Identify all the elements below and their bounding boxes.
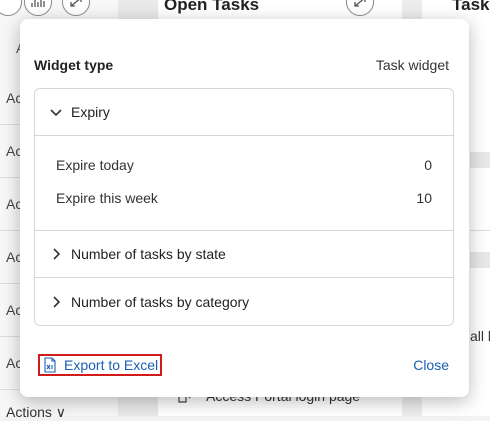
- tasks-title: Tasks: [452, 0, 490, 14]
- accordion-state-header[interactable]: Number of tasks by state: [35, 231, 453, 278]
- dialog-title: Widget type: [34, 57, 114, 73]
- dialog-header: Widget type Task widget: [34, 55, 449, 75]
- accordion-category-header[interactable]: Number of tasks by category: [35, 278, 453, 325]
- expire-today-label: Expire today: [56, 156, 134, 173]
- list-item: Expire this week 10: [56, 181, 432, 214]
- expire-this-week-label: Expire this week: [56, 189, 158, 206]
- chevron-down-icon: [49, 105, 63, 119]
- widget-type-value: Task widget: [375, 57, 449, 73]
- widget-accordion: Expiry Expire today 0 Expire this week 1…: [34, 88, 454, 326]
- divider: [470, 230, 490, 231]
- export-to-excel-label: Export to Excel: [64, 357, 159, 373]
- dialog-footer: Export to Excel Close: [38, 352, 449, 378]
- accordion-category-label: Number of tasks by category: [71, 293, 250, 310]
- close-button[interactable]: Close: [413, 357, 449, 373]
- export-to-excel-button[interactable]: Export to Excel: [38, 354, 163, 376]
- row-placeholder: [470, 152, 490, 168]
- actions-menu-button[interactable]: Actions ∨: [6, 404, 66, 421]
- widget-info-dialog: Widget type Task widget Expiry Expire to…: [20, 19, 469, 397]
- open-tasks-title: Open Tasks: [164, 0, 260, 14]
- list-item: Expire today 0: [56, 148, 432, 181]
- expire-today-value: 0: [424, 156, 432, 173]
- chevron-right-icon: [49, 247, 63, 261]
- expire-this-week-value: 10: [416, 189, 432, 206]
- right-card-text: all b: [470, 328, 490, 344]
- accordion-expiry-body: Expire today 0 Expire this week 10: [35, 136, 453, 231]
- excel-export-icon: [44, 357, 56, 373]
- accordion-state-label: Number of tasks by state: [71, 246, 226, 262]
- chevron-right-icon: [49, 295, 63, 309]
- accordion-expiry-label: Expiry: [71, 104, 110, 120]
- row-placeholder: [470, 252, 490, 268]
- accordion-expiry-header[interactable]: Expiry: [35, 89, 453, 136]
